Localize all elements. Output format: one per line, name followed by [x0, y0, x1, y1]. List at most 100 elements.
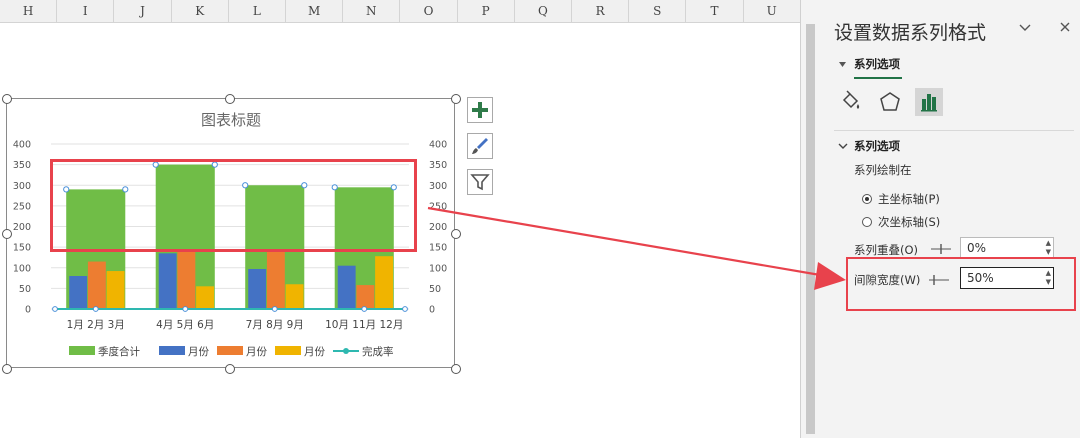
secondary-y-tick-label: 50 [429, 284, 441, 295]
bar-month [337, 265, 356, 309]
chart-styles-button[interactable] [467, 133, 493, 159]
bar-month [69, 276, 88, 309]
column-header-P[interactable]: P [458, 0, 515, 22]
chart-filters-button[interactable] [467, 169, 493, 195]
highlight-box-gap-width [846, 257, 1076, 311]
legend-label: 月份 [304, 346, 325, 358]
line-point [182, 306, 189, 312]
column-header-M[interactable]: M [286, 0, 344, 22]
chart-elements-button[interactable] [467, 97, 493, 123]
primary-axis-radio[interactable] [862, 194, 872, 204]
y-tick-label: 350 [13, 160, 31, 171]
secondary-y-tick-label: 0 [429, 305, 435, 316]
resize-handle-bottom-right[interactable] [451, 364, 461, 374]
column-header-N[interactable]: N [343, 0, 401, 22]
x-category-label: 7月 8月 9月 [246, 319, 304, 331]
x-category-label: 4月 5月 6月 [156, 319, 214, 331]
y-tick-label: 50 [19, 284, 31, 295]
x-category-label: 10月 11月 12月 [325, 319, 403, 331]
x-category-label: 1月 2月 3月 [67, 319, 125, 331]
bar-month [177, 249, 196, 309]
column-header-Q[interactable]: Q [515, 0, 572, 22]
effects-tab[interactable] [876, 88, 904, 116]
bar-month [158, 253, 177, 309]
series-options-tab[interactable] [915, 88, 943, 116]
y-tick-label: 300 [13, 181, 31, 192]
secondary-y-tick-label: 350 [429, 160, 447, 171]
line-point [52, 306, 58, 312]
bar-chart-icon [921, 94, 937, 112]
resize-handle-top-right[interactable] [451, 94, 461, 104]
legend-label: 月份 [246, 346, 267, 358]
column-header-K[interactable]: K [172, 0, 229, 22]
resize-handle-top[interactable] [225, 94, 235, 104]
highlight-box-bars [50, 159, 417, 252]
close-icon[interactable] [1058, 20, 1072, 34]
resize-handle-top-left[interactable] [2, 94, 12, 104]
column-header-T[interactable]: T [686, 0, 744, 22]
column-header-R[interactable]: R [572, 0, 630, 22]
bar-month [196, 286, 215, 309]
format-data-series-pane: 设置数据系列格式 系列选项 系列选项 系列绘制在 主坐标轴(P) 次坐标轴(S)… [820, 0, 1080, 438]
resize-handle-bottom-left[interactable] [2, 364, 12, 374]
plus-icon [472, 102, 488, 118]
secondary-y-tick-label: 100 [429, 263, 447, 274]
resize-handle-left[interactable] [2, 229, 12, 239]
bar-month [375, 256, 394, 309]
bar-month [285, 284, 304, 309]
secondary-y-tick-label: 200 [429, 222, 447, 233]
column-header-O[interactable]: O [400, 0, 458, 22]
funnel-icon [470, 174, 490, 191]
y-tick-label: 0 [25, 305, 31, 316]
secondary-y-tick-label: 250 [429, 201, 447, 212]
section-series-options[interactable]: 系列选项 [854, 138, 900, 154]
primary-axis-label: 主坐标轴(P) [878, 192, 940, 206]
primary-axis-option[interactable]: 主坐标轴(P) [862, 191, 940, 207]
bar-month [356, 285, 375, 309]
resize-handle-bottom[interactable] [225, 364, 235, 374]
fill-line-tab[interactable] [836, 88, 864, 116]
bar-month [248, 268, 267, 309]
caret-down-icon [839, 62, 846, 67]
secondary-axis-label: 次坐标轴(S) [878, 215, 941, 229]
column-header-H[interactable]: H [0, 0, 58, 22]
overlap-slider[interactable] [930, 243, 952, 255]
chevron-down-icon[interactable] [1018, 20, 1032, 34]
secondary-axis-radio[interactable] [862, 217, 872, 227]
pentagon-icon [880, 92, 900, 111]
secondary-y-tick-label: 150 [429, 243, 447, 254]
column-header-L[interactable]: L [229, 0, 286, 22]
secondary-axis-option[interactable]: 次坐标轴(S) [862, 214, 940, 230]
y-tick-label: 200 [13, 222, 31, 233]
y-tick-label: 100 [13, 263, 31, 274]
chart-title: 图表标题 [201, 111, 261, 129]
secondary-y-tick-label: 400 [429, 140, 447, 151]
bar-month [106, 271, 125, 309]
y-tick-label: 150 [13, 243, 31, 254]
column-header-I[interactable]: I [57, 0, 115, 22]
vertical-scrollbar[interactable] [800, 0, 820, 438]
column-header-U[interactable]: U [744, 0, 800, 22]
bar-month [87, 261, 106, 309]
secondary-y-tick-label: 300 [429, 181, 447, 192]
tab-series-options[interactable]: 系列选项 [854, 56, 900, 72]
paint-bucket-icon [842, 90, 860, 109]
legend-marker [343, 348, 349, 354]
line-point [361, 306, 368, 312]
overlap-spinner[interactable]: ▲ ▼ [1046, 239, 1051, 257]
series-overlap-input[interactable]: 0% ▲ ▼ [960, 237, 1054, 259]
column-header-S[interactable]: S [629, 0, 687, 22]
chevron-down-icon[interactable] [838, 141, 848, 151]
legend-label: 月份 [188, 346, 209, 358]
legend-label: 完成率 [362, 345, 394, 358]
y-tick-label: 250 [13, 201, 31, 212]
resize-handle-right[interactable] [451, 229, 461, 239]
bar-month [266, 249, 285, 309]
column-header-J[interactable]: J [114, 0, 172, 22]
pane-title: 设置数据系列格式 [834, 22, 987, 44]
legend-swatch [217, 346, 243, 355]
tab-underline [854, 77, 902, 79]
scrollbar-thumb[interactable] [806, 24, 815, 434]
series-overlap-value: 0% [967, 241, 987, 255]
column-header-bar: HIJKLMNOPQRSTU [0, 0, 800, 23]
